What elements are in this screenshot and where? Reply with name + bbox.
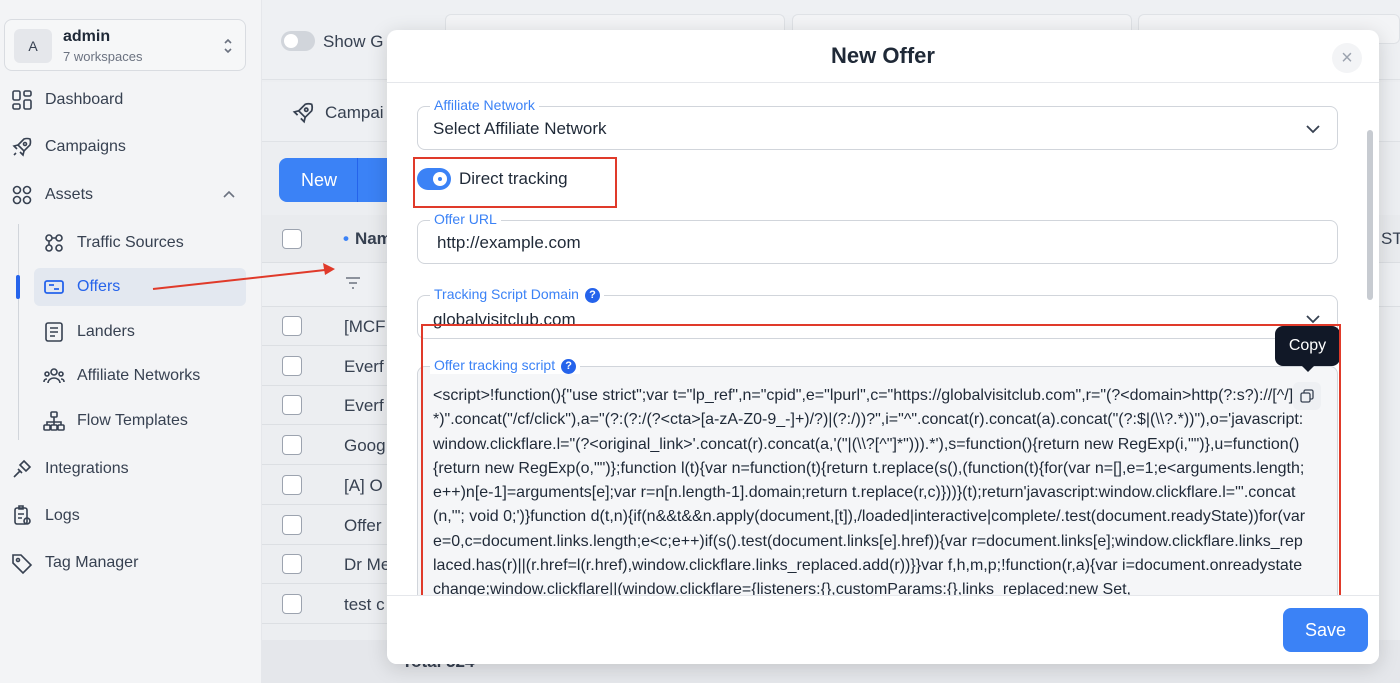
tracking-script-domain-label: Tracking Script Domain? xyxy=(430,286,604,303)
affiliate-network-value: Select Affiliate Network xyxy=(433,119,607,138)
logs-icon xyxy=(14,505,31,525)
row-checkbox[interactable] xyxy=(282,594,302,614)
button-separator xyxy=(357,158,358,202)
modal-scrollbar[interactable] xyxy=(1367,130,1373,300)
row-checkbox[interactable] xyxy=(282,435,302,455)
row-divider xyxy=(262,583,402,584)
row-checkbox[interactable] xyxy=(282,554,302,574)
affiliate-networks-icon xyxy=(43,368,65,384)
nav-logs-label: Logs xyxy=(45,507,80,524)
nav-flow-templates[interactable]: Flow Templates xyxy=(34,402,246,440)
nav-tag-manager-label: Tag Manager xyxy=(45,554,139,571)
offer-url-value: http://example.com xyxy=(437,233,581,252)
table-row-name[interactable]: Goog xyxy=(344,436,386,456)
chevron-down-icon xyxy=(1306,125,1320,134)
tag-icon xyxy=(12,554,33,575)
table-row-name[interactable]: [A] O xyxy=(344,476,383,496)
sidebar: A admin 7 workspaces Dashboard Campaigns… xyxy=(0,0,262,683)
annotation-box xyxy=(421,324,1341,607)
annotation-box xyxy=(413,157,617,208)
integrations-icon xyxy=(13,459,32,478)
row-divider xyxy=(262,544,402,545)
nav-affiliate-networks-label: Affiliate Networks xyxy=(77,367,201,384)
nav-assets-label: Assets xyxy=(45,186,94,203)
nav-offers-label: Offers xyxy=(77,278,121,295)
row-divider xyxy=(262,623,402,624)
dashboard-icon xyxy=(12,90,32,110)
nav-traffic-sources-label: Traffic Sources xyxy=(77,234,184,251)
table-row-name[interactable]: test c xyxy=(344,595,385,615)
nav-landers-label: Landers xyxy=(77,323,135,340)
nav-dashboard-label: Dashboard xyxy=(45,91,124,108)
assets-icon xyxy=(12,185,32,205)
row-divider xyxy=(262,504,402,505)
offer-url-label: Offer URL xyxy=(430,211,501,227)
modal-divider xyxy=(387,82,1379,83)
chevron-down-icon xyxy=(1306,315,1320,324)
filter-icon[interactable] xyxy=(344,274,362,292)
table-row-name[interactable]: Dr Me xyxy=(344,555,390,575)
offer-url-field[interactable]: Offer URL http://example.com xyxy=(417,211,1338,264)
row-divider xyxy=(262,385,402,386)
nav-affiliate-networks[interactable]: Affiliate Networks xyxy=(34,357,246,395)
name-column-header[interactable]: Nam xyxy=(343,229,392,249)
nav-integrations[interactable]: Integrations xyxy=(10,451,129,487)
nav-campaigns-label: Campaigns xyxy=(45,138,126,155)
chevron-up-icon[interactable] xyxy=(222,189,236,199)
nav-dashboard[interactable]: Dashboard xyxy=(10,82,123,118)
active-indicator xyxy=(16,275,20,299)
chevron-up-down-icon xyxy=(224,38,232,54)
nav-logs[interactable]: Logs xyxy=(10,498,80,534)
show-toggle-label: Show G xyxy=(323,32,384,51)
new-button-label: New xyxy=(301,170,338,190)
select-all-checkbox[interactable] xyxy=(282,229,302,249)
status-column-header[interactable]: ST xyxy=(1381,229,1400,249)
flow-templates-icon xyxy=(43,411,65,431)
row-checkbox[interactable] xyxy=(282,515,302,535)
affiliate-network-label: Affiliate Network xyxy=(430,97,539,113)
new-offer-modal: New Offer × Affiliate Network Select Aff… xyxy=(387,30,1379,664)
row-checkbox[interactable] xyxy=(282,475,302,495)
row-divider xyxy=(262,424,402,425)
workspace-switcher[interactable]: A admin 7 workspaces xyxy=(4,19,246,71)
nav-integrations-label: Integrations xyxy=(45,460,129,477)
nav-assets[interactable]: Assets xyxy=(10,177,93,213)
table-row-name[interactable]: [MCF xyxy=(344,317,386,337)
nav-campaigns[interactable]: Campaigns xyxy=(10,129,126,165)
row-checkbox[interactable] xyxy=(282,316,302,336)
traffic-sources-icon xyxy=(45,234,63,252)
workspace-name: admin xyxy=(63,28,111,45)
table-row-name[interactable]: Everf xyxy=(344,396,384,416)
nav-landers[interactable]: Landers xyxy=(34,313,246,351)
row-checkbox[interactable] xyxy=(282,395,302,415)
row-checkbox[interactable] xyxy=(282,356,302,376)
tab-campaigns[interactable]: Campai xyxy=(325,103,384,123)
tree-line xyxy=(18,224,19,440)
nav-flow-templates-label: Flow Templates xyxy=(77,412,188,429)
new-button[interactable]: New xyxy=(279,158,397,202)
modal-title: New Offer xyxy=(831,43,935,68)
save-button[interactable]: Save xyxy=(1283,608,1368,652)
workspace-count: 7 workspaces xyxy=(63,49,143,64)
table-row-name[interactable]: Offer xyxy=(344,516,381,536)
close-button[interactable]: × xyxy=(1332,43,1362,73)
landers-icon xyxy=(45,322,63,342)
table-row-name[interactable]: Everf xyxy=(344,357,384,377)
offers-icon xyxy=(44,280,64,294)
nav-traffic-sources[interactable]: Traffic Sources xyxy=(34,224,246,262)
show-toggle[interactable] xyxy=(281,31,315,51)
rocket-icon xyxy=(12,137,32,157)
help-icon[interactable]: ? xyxy=(584,288,600,303)
nav-tag-manager[interactable]: Tag Manager xyxy=(10,545,138,581)
row-divider xyxy=(262,464,402,465)
affiliate-network-select[interactable]: Affiliate Network Select Affiliate Netwo… xyxy=(417,97,1338,150)
tracking-script-domain-label-text: Tracking Script Domain xyxy=(434,286,579,302)
modal-footer xyxy=(387,595,1379,664)
nav-offers[interactable]: Offers xyxy=(34,268,246,306)
workspace-avatar: A xyxy=(14,29,52,63)
rocket-icon xyxy=(292,102,314,124)
row-divider xyxy=(262,345,402,346)
